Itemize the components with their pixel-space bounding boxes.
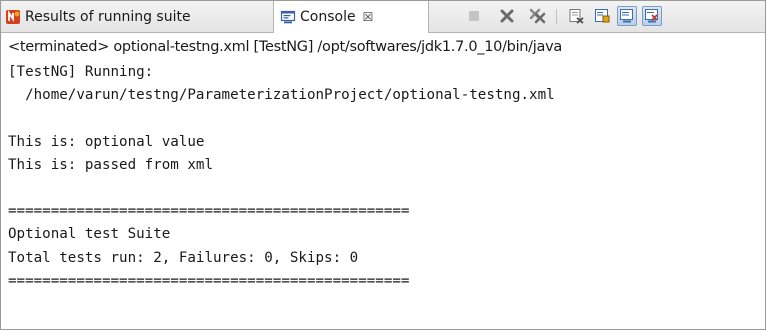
console-view: Results of running suite Console ☒ <term… — [0, 0, 766, 330]
terminated-status-line: <terminated> optional-testng.xml [TestNG… — [8, 39, 562, 55]
console-line: Optional test Suite — [8, 226, 171, 243]
view-tab-bar: Results of running suite Console ☒ — [1, 1, 765, 33]
console-line: ========================================… — [8, 272, 410, 289]
console-output[interactable]: [TestNG] Running: /home/varun/testng/Par… — [8, 61, 555, 293]
toolbar-separator — [556, 9, 557, 24]
show-on-stderr-icon[interactable] — [642, 6, 662, 26]
console-line: This is: passed from xml — [8, 156, 213, 173]
remove-launch-icon[interactable] — [497, 6, 517, 26]
console-line: ========================================… — [8, 203, 410, 220]
tab-results-of-running-suite[interactable]: Results of running suite — [1, 1, 271, 32]
scroll-lock-icon[interactable] — [592, 6, 612, 26]
show-on-stdout-icon[interactable] — [617, 6, 637, 26]
console-line: Total tests run: 2, Failures: 0, Skips: … — [8, 249, 359, 266]
console-line: /home/varun/testng/ParameterizationProje… — [8, 87, 555, 104]
terminate-icon[interactable] — [464, 6, 484, 26]
testng-icon — [6, 9, 20, 24]
console-line: This is: optional value — [8, 133, 205, 150]
tab-console-label: Console — [300, 9, 356, 25]
console-line: [TestNG] Running: — [8, 64, 154, 80]
console-icon — [280, 10, 296, 24]
clear-console-icon[interactable] — [566, 6, 586, 26]
remove-all-terminated-icon[interactable] — [528, 6, 548, 26]
close-icon[interactable]: ☒ — [363, 10, 374, 24]
tab-results-label: Results of running suite — [25, 8, 191, 25]
tab-console[interactable]: Console ☒ — [273, 1, 429, 33]
